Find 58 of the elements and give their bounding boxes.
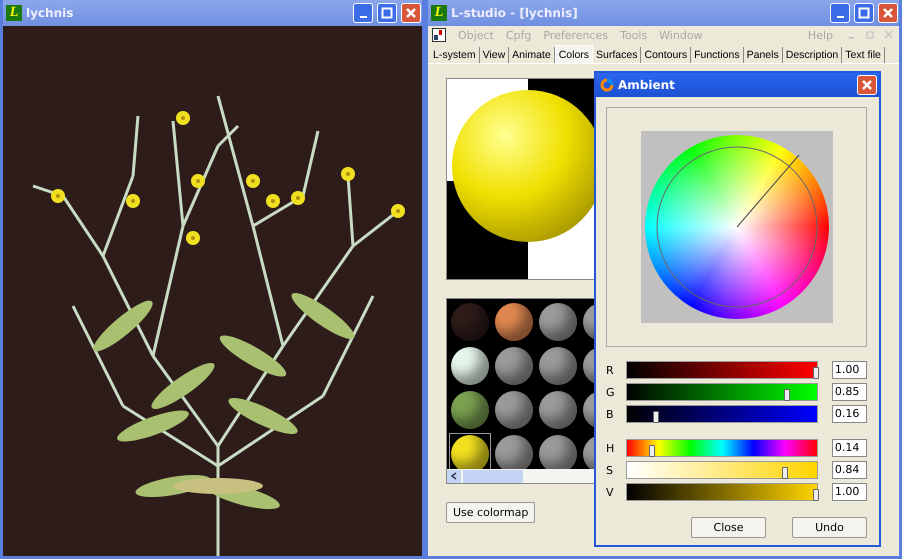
slider-label: B (606, 408, 615, 420)
close-icon (882, 7, 894, 19)
value-field[interactable]: 0.16 (832, 405, 867, 423)
value-field[interactable]: 0.84 (832, 461, 867, 479)
maximize-button[interactable] (854, 3, 874, 23)
value-field[interactable]: 1.00 (832, 483, 867, 501)
window-title: lychnis (26, 6, 74, 20)
tab[interactable]: Colors (554, 45, 594, 63)
slider-thumb[interactable] (812, 489, 819, 501)
tab[interactable]: Panels (744, 47, 783, 63)
app-logo: L (6, 5, 22, 21)
slider-thumb[interactable] (782, 467, 788, 479)
dialog-button[interactable]: Undo (792, 517, 867, 538)
tab[interactable]: Surfaces (593, 47, 642, 63)
maximize-button[interactable] (377, 3, 397, 23)
tab[interactable]: L-system (430, 47, 480, 63)
close-button[interactable] (878, 3, 898, 23)
value-field[interactable]: 0.14 (832, 439, 867, 457)
slider-thumb[interactable] (653, 411, 660, 423)
value-field[interactable]: 1.00 (832, 361, 867, 379)
window-title: L-studio - [lychnis] (451, 6, 578, 20)
close-button[interactable] (401, 3, 421, 23)
color-slider[interactable] (626, 461, 818, 479)
color-slider[interactable] (626, 361, 818, 379)
tab[interactable]: Functions (691, 47, 744, 63)
slider-label: G (606, 386, 616, 398)
slider-thumb[interactable] (784, 389, 790, 401)
color-slider[interactable] (626, 405, 818, 423)
minimize-icon (360, 16, 366, 18)
tab[interactable]: Contours (641, 47, 692, 63)
color-slider[interactable] (626, 383, 818, 401)
slider-label: V (606, 486, 615, 498)
value-field[interactable]: 0.85 (832, 383, 867, 401)
color-swatch[interactable] (449, 433, 491, 469)
maximize-icon (381, 7, 393, 19)
slider-label: H (606, 442, 616, 454)
tab[interactable]: Description (782, 47, 842, 63)
app-logo: L (431, 5, 447, 21)
color-slider[interactable] (626, 439, 818, 457)
tab[interactable]: Text file (842, 47, 885, 63)
slider-label: S (606, 464, 614, 476)
tab[interactable]: View (480, 47, 510, 63)
document-icon (432, 28, 446, 42)
color-ring-icon (600, 78, 614, 92)
minimize-icon (836, 16, 844, 18)
slider-thumb[interactable] (649, 445, 656, 457)
close-icon (861, 79, 873, 91)
minimize-button[interactable] (353, 3, 373, 23)
color-slider[interactable] (626, 483, 818, 501)
dialog-button[interactable]: Close (691, 517, 766, 538)
close-icon (405, 7, 417, 19)
use-colormap-button[interactable]: Use colormap (446, 502, 536, 523)
slider-thumb[interactable] (812, 367, 819, 379)
close-button[interactable] (857, 75, 877, 95)
dialog-title: Ambient (618, 78, 675, 92)
maximize-icon (858, 7, 870, 19)
minimize-button[interactable] (830, 3, 850, 23)
slider-label: R (606, 364, 615, 376)
